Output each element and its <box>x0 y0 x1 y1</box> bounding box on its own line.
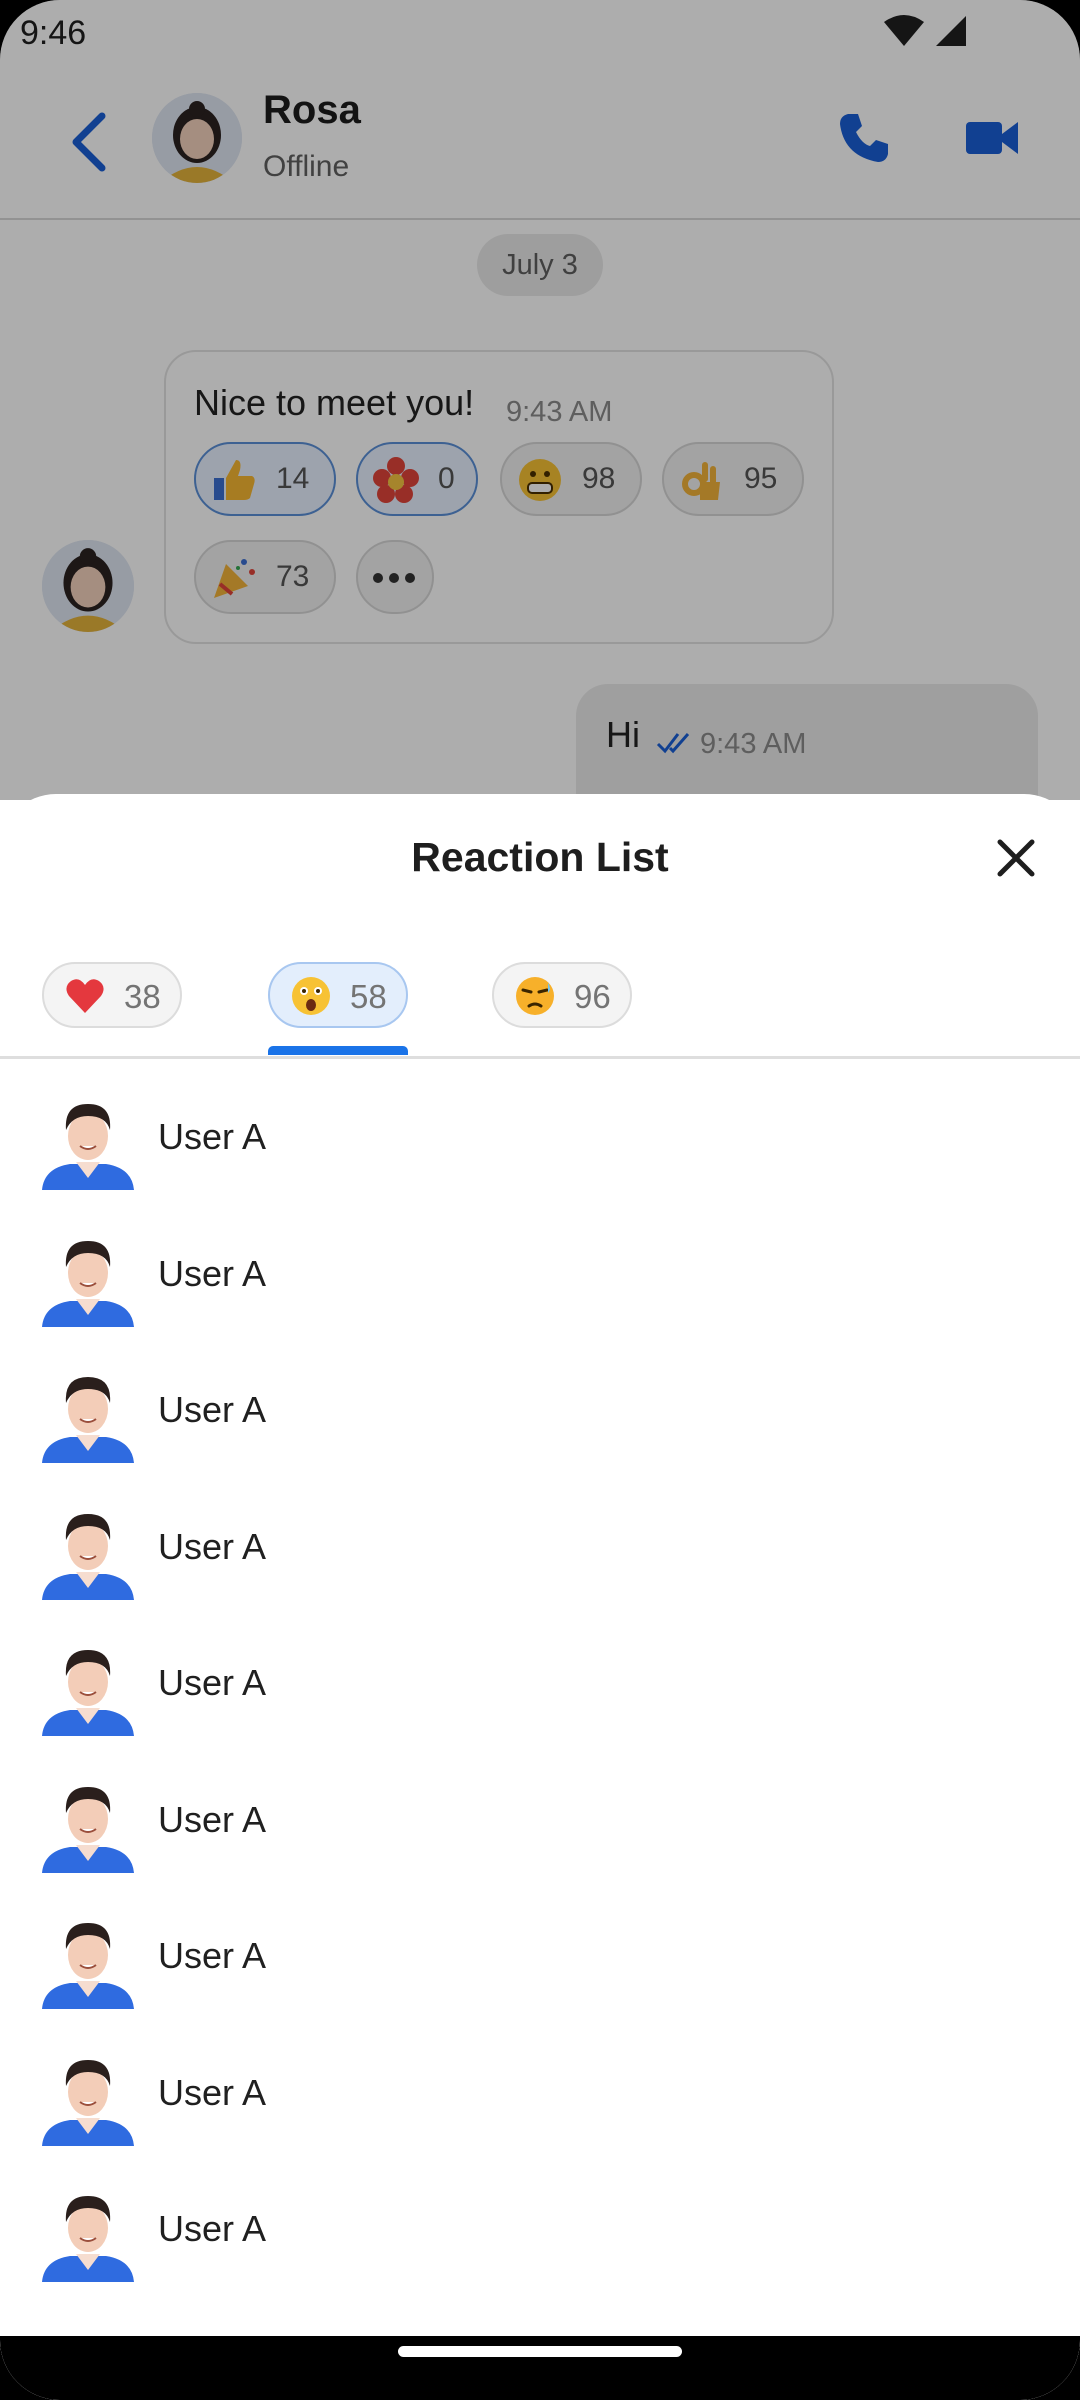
man-avatar-icon <box>42 1513 134 1600</box>
tab-count: 96 <box>574 978 611 1015</box>
list-item[interactable]: User A <box>0 1064 1080 1201</box>
man-avatar-icon <box>42 1923 134 2009</box>
list-item[interactable]: User A <box>0 1747 1080 1884</box>
reaction-tabs: 38 58 96 <box>0 962 1080 1059</box>
man-avatar-icon <box>42 1240 134 1327</box>
tab-count: 58 <box>350 978 387 1015</box>
modal-scrim[interactable] <box>0 0 1080 800</box>
list-item[interactable]: User A <box>0 2020 1080 2157</box>
user-name: User A <box>158 1798 267 1840</box>
man-avatar-icon <box>42 1650 134 1736</box>
list-item[interactable]: User A <box>0 1610 1080 1747</box>
user-name: User A <box>158 1252 267 1294</box>
list-item[interactable]: User A <box>0 2156 1080 2293</box>
man-avatar-icon <box>42 1786 134 1873</box>
list-item[interactable]: User A <box>0 1883 1080 2020</box>
tab-astonished-face[interactable]: 58 <box>268 962 408 1028</box>
gesture-nav-bar <box>0 2336 1080 2400</box>
man-avatar-icon <box>42 1104 134 1190</box>
user-name: User A <box>158 1525 267 1567</box>
reacted-users-list[interactable]: User A User A User A User A User A User … <box>0 1064 1080 2293</box>
man-avatar-icon <box>42 1377 134 1463</box>
red-heart-icon <box>66 979 104 1013</box>
user-name: User A <box>158 1662 267 1703</box>
user-name: User A <box>158 1389 267 1430</box>
user-name: User A <box>158 1116 267 1157</box>
tab-count: 38 <box>124 978 161 1015</box>
astonished-face-icon <box>292 977 330 1015</box>
list-item[interactable]: User A <box>0 1201 1080 1338</box>
user-name: User A <box>158 2071 267 2113</box>
man-avatar-icon <box>42 2059 134 2146</box>
list-item[interactable]: User A <box>0 1337 1080 1474</box>
user-name: User A <box>158 1935 267 1976</box>
reaction-list-sheet: Reaction List 38 58 96 User A User A Use… <box>0 794 1080 2400</box>
man-avatar-icon <box>42 2196 134 2282</box>
unamused-face-icon <box>516 977 554 1015</box>
tab-unamused-face[interactable]: 96 <box>492 962 632 1028</box>
active-tab-indicator <box>268 1046 408 1055</box>
list-item[interactable]: User A <box>0 1474 1080 1611</box>
screen: 9:46 Rosa Offline July 3 Nice to meet yo… <box>0 0 1080 2400</box>
sheet-title: Reaction List <box>411 834 669 880</box>
close-icon[interactable] <box>994 836 1038 880</box>
tab-red-heart[interactable]: 38 <box>42 962 182 1028</box>
user-name: User A <box>158 2208 267 2249</box>
home-gesture-handle[interactable] <box>398 2346 682 2357</box>
